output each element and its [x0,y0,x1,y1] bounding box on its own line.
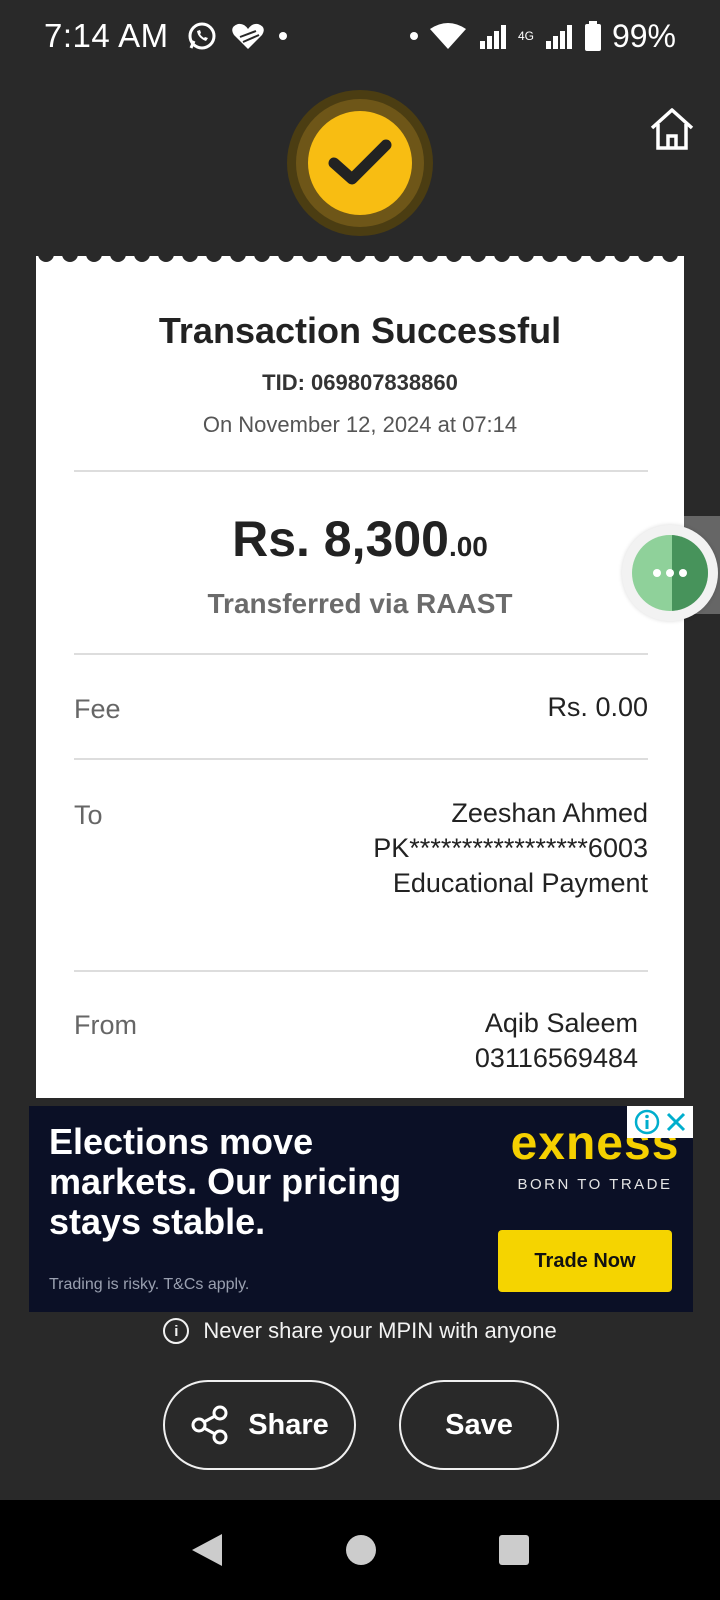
notification-dot [409,32,418,40]
security-warning: i Never share your MPIN with anyone [0,1318,720,1344]
share-icon [191,1405,228,1445]
ad-disclaimer: Trading is risky. T&Cs apply. [49,1276,250,1293]
heart-icon [231,23,264,49]
transaction-date: On November 12, 2024 at 07:14 [202,412,518,437]
amount-cents: .00 [448,531,488,562]
home-nav-icon[interactable] [345,1534,377,1566]
from-details: Aqib Saleem 03116569484 [475,1006,638,1076]
ad-tagline: BORN TO TRADE [517,1176,673,1193]
ad-choices-badge [627,1106,693,1138]
to-label: To [74,800,103,830]
from-label: From [74,1010,137,1040]
save-button[interactable]: Save [399,1380,559,1470]
check-icon [328,139,392,185]
divider [74,970,648,972]
fee-value: Rs. 0.00 [547,692,648,722]
transfer-amount: Rs. 8,300.00 [36,510,684,568]
network-type: 4G [517,29,534,43]
recipient-name: Zeeshan Ahmed [451,798,648,828]
signal-icon [545,25,572,49]
ad-headline: Elections move markets. Our pricing stay… [49,1121,402,1242]
info-icon: i [163,1318,190,1344]
signal-icon [479,25,506,49]
receipt-card: Transaction Successful TID: 069807838860… [36,258,684,1098]
payment-purpose: Educational Payment [392,868,648,898]
transaction-id: TID: 069807838860 [262,370,458,395]
ad-cta-button[interactable]: Trade Now [498,1230,672,1292]
to-details: Zeeshan Ahmed PK*****************6003 Ed… [373,796,648,901]
sender-name: Aqib Saleem [484,1008,638,1038]
status-bar: 7:14 AM 4G 99% [0,0,720,72]
transfer-method: Transferred via RAAST [207,588,513,619]
save-label: Save [445,1408,513,1441]
divider [74,653,648,655]
divider [74,758,648,760]
sender-phone: 03116569484 [474,1043,638,1073]
share-button[interactable]: Share [163,1380,356,1470]
ad-banner[interactable]: Elections move markets. Our pricing stay… [29,1106,693,1312]
home-icon[interactable] [648,106,696,152]
notification-dot [278,32,287,40]
recipient-account: PK*****************6003 [373,833,648,863]
recents-icon[interactable] [498,1534,530,1566]
success-badge [287,90,433,236]
battery-icon [584,21,601,51]
floating-chat-bubble[interactable] [622,525,718,621]
receipt-edge [36,250,684,268]
system-nav-bar [0,1500,720,1600]
back-icon[interactable] [190,1532,224,1568]
ad-close-icon[interactable] [665,1111,687,1133]
divider [74,470,648,472]
ad-info-icon[interactable] [634,1109,660,1135]
security-warning-text: Never share your MPIN with anyone [203,1318,557,1343]
wifi-icon [429,23,466,49]
more-icon [653,569,687,577]
status-time: 7:14 AM [44,17,169,54]
transaction-status-title: Transaction Successful [158,310,562,351]
battery-level: 99% [611,17,676,54]
whatsapp-icon [188,22,216,50]
share-label: Share [248,1408,329,1441]
amount-main: Rs. 8,300 [232,511,449,567]
fee-label: Fee [74,694,121,724]
